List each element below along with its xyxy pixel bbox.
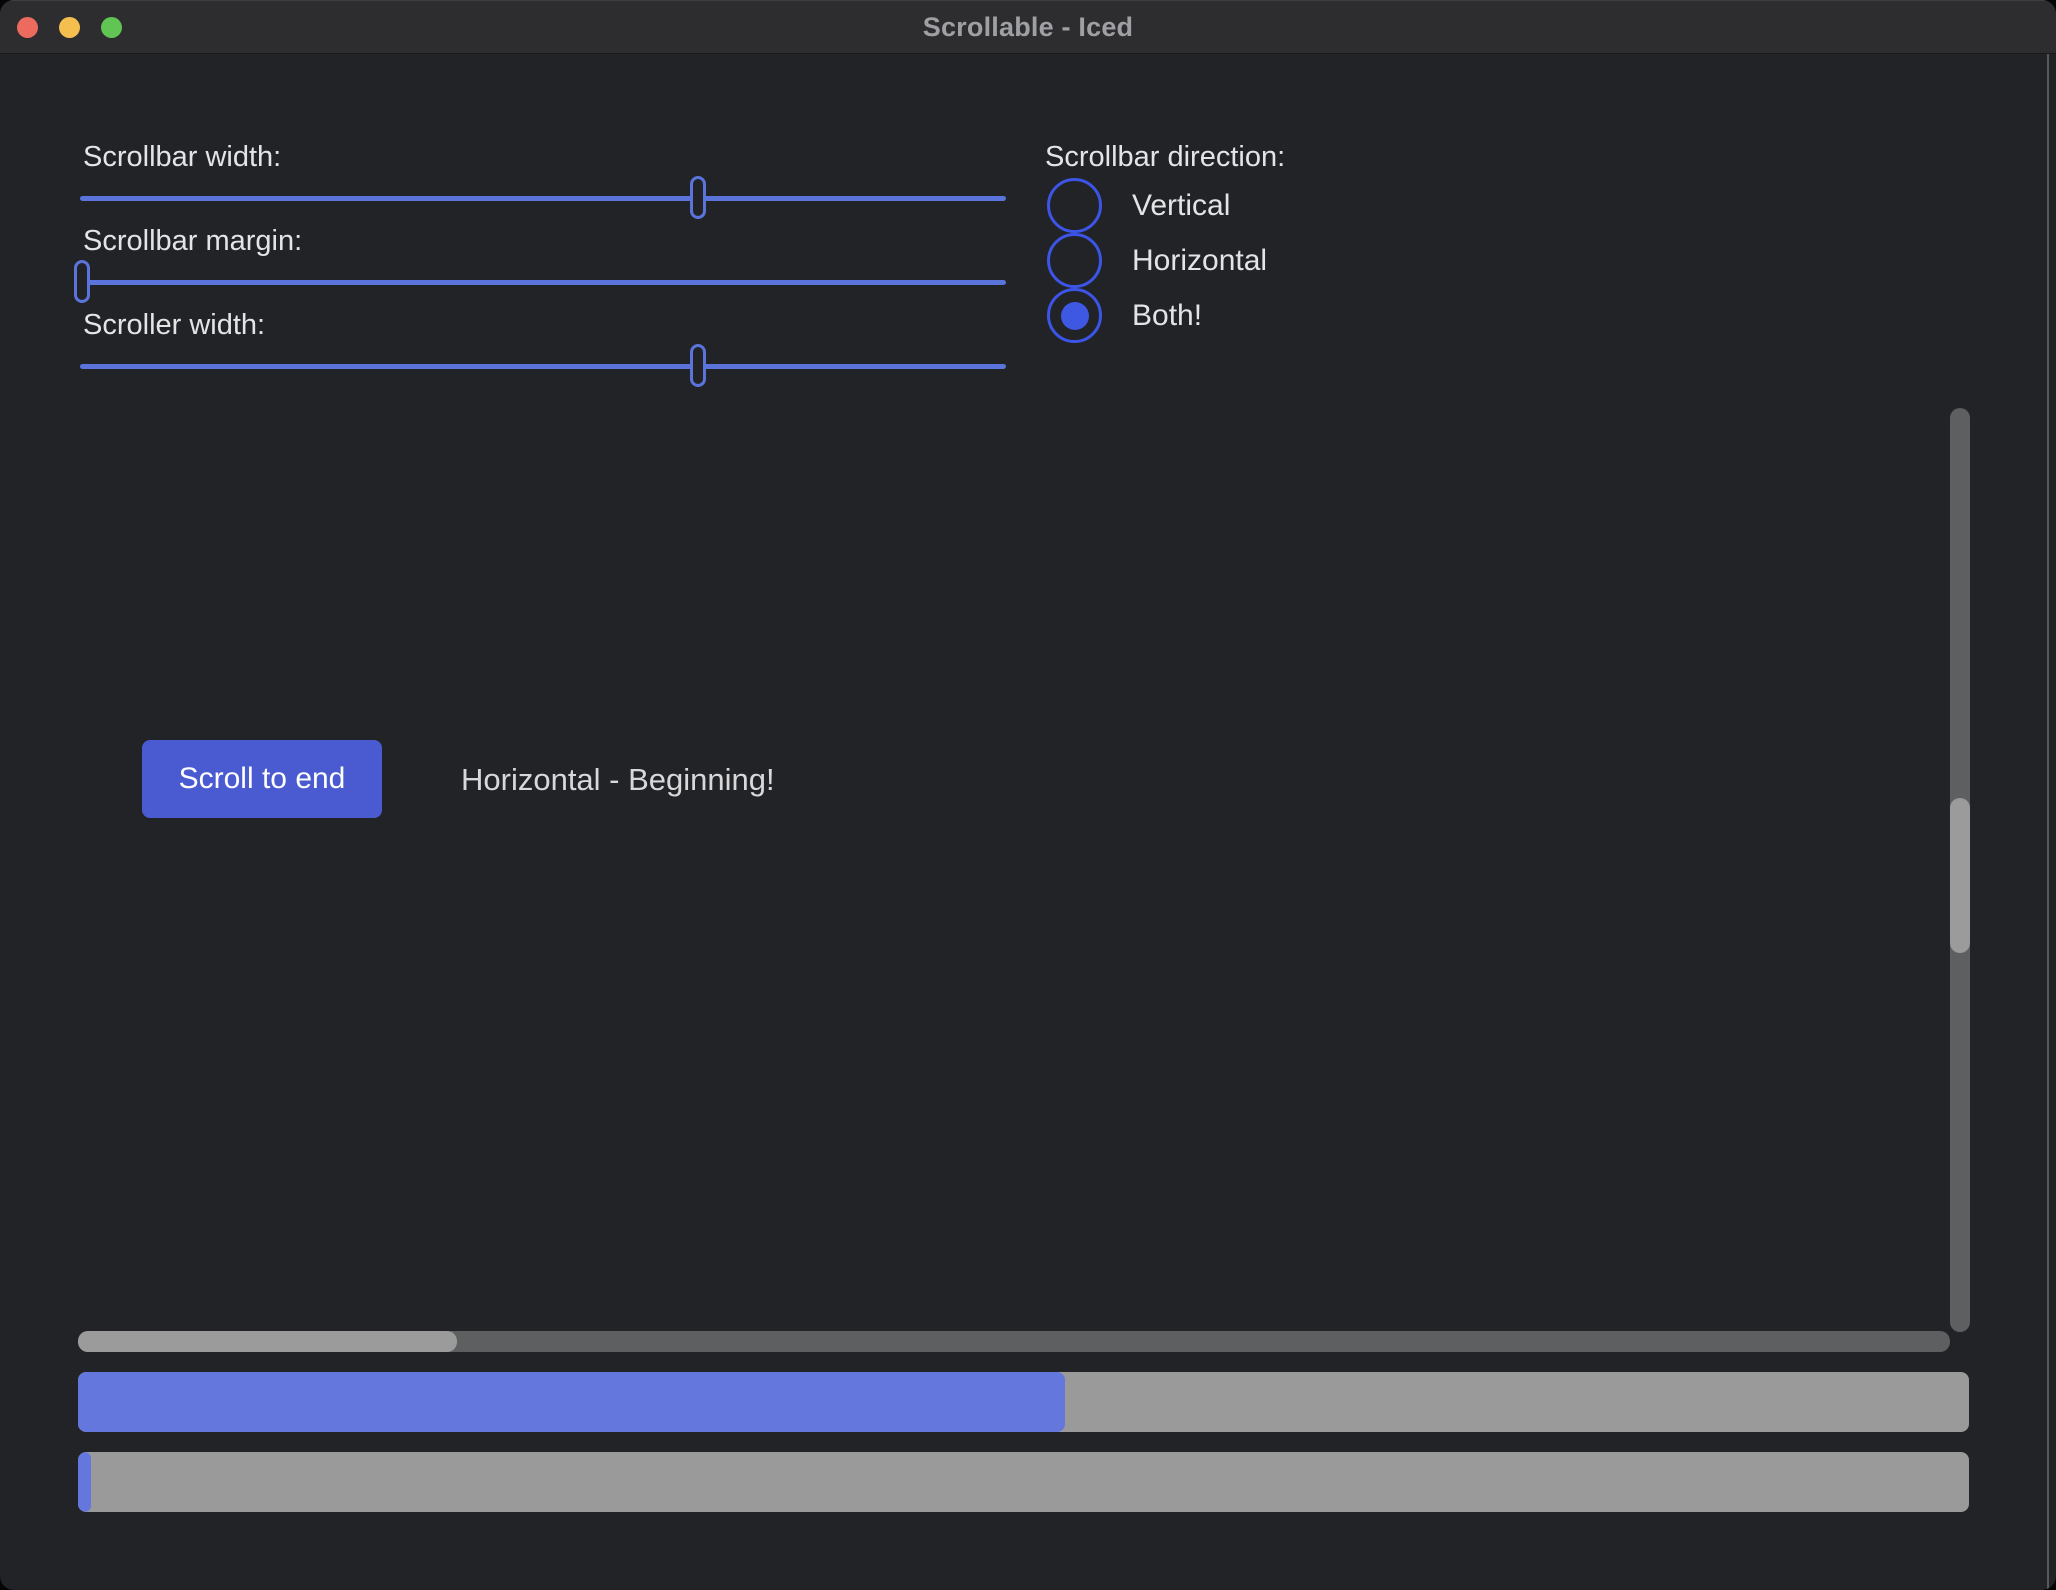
radio-dot: [1061, 302, 1089, 330]
radio-option-vertical[interactable]: Vertical: [1047, 178, 1230, 233]
horizontal-progress-fill: [78, 1452, 91, 1512]
radio-option-both[interactable]: Both!: [1047, 288, 1202, 343]
horizontal-scrollbar-track[interactable]: [78, 1331, 1950, 1352]
app-window: Scrollable - Iced Scrollbar width: Scrol…: [0, 0, 2056, 1590]
radio-circle[interactable]: [1047, 233, 1102, 288]
scrollbar-width-slider[interactable]: [80, 176, 1006, 220]
scroller-width-label: Scroller width:: [83, 306, 265, 344]
radio-option-horizontal[interactable]: Horizontal: [1047, 233, 1267, 288]
scrollbar-direction-label: Scrollbar direction:: [1045, 138, 1285, 176]
slider-rail: [80, 196, 1006, 201]
slider-rail: [80, 364, 1006, 369]
scrollbar-margin-label: Scrollbar margin:: [83, 222, 302, 260]
scroller-width-slider[interactable]: [80, 344, 1006, 388]
radio-circle[interactable]: [1047, 288, 1102, 343]
scroll-status-text: Horizontal - Beginning!: [461, 760, 775, 800]
radio-label-horizontal: Horizontal: [1132, 244, 1267, 278]
slider-handle[interactable]: [690, 344, 706, 387]
vertical-scroller[interactable]: [1950, 798, 1970, 953]
window-edge-line: [2047, 54, 2049, 1590]
scrollbar-margin-slider[interactable]: [80, 260, 1006, 304]
vertical-scrollbar-track[interactable]: [1950, 408, 1970, 1332]
slider-handle[interactable]: [690, 176, 706, 219]
horizontal-scroller[interactable]: [78, 1331, 457, 1352]
scroll-to-end-button[interactable]: Scroll to end: [142, 740, 382, 818]
radio-circle[interactable]: [1047, 178, 1102, 233]
window-title: Scrollable - Iced: [0, 0, 2056, 54]
slider-handle[interactable]: [74, 260, 90, 303]
radio-label-vertical: Vertical: [1132, 189, 1230, 223]
slider-rail: [80, 280, 1006, 285]
vertical-progress-fill: [78, 1372, 1065, 1432]
scrollbar-width-label: Scrollbar width:: [83, 138, 281, 176]
horizontal-progress-bar: [78, 1452, 1969, 1512]
titlebar: Scrollable - Iced: [0, 0, 2056, 54]
radio-label-both: Both!: [1132, 299, 1202, 333]
vertical-progress-bar: [78, 1372, 1969, 1432]
